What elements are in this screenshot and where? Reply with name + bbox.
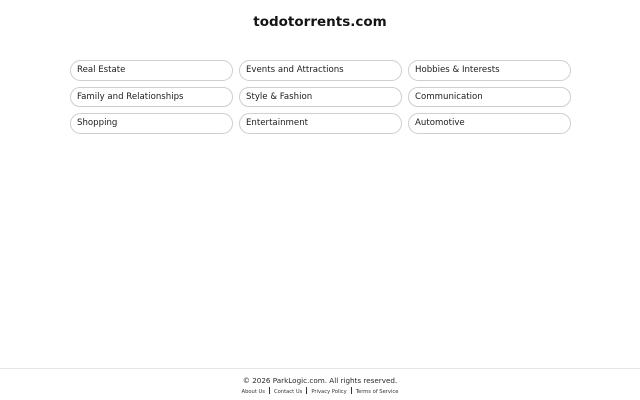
footer-separator [269,387,271,394]
privacy-policy-link[interactable]: Privacy Policy [311,389,346,395]
copyright-text: © 2026 ParkLogic.com. All rights reserve… [242,376,398,385]
category-link-real-estate[interactable]: Real Estate [70,60,233,81]
category-link-hobbies-and-interests[interactable]: Hobbies & Interests [408,60,571,81]
category-link-automotive[interactable]: Automotive [408,113,571,134]
category-link-shopping[interactable]: Shopping [70,113,233,134]
about-us-link[interactable]: About Us [242,389,266,395]
category-link-entertainment[interactable]: Entertainment [239,113,402,134]
footer-separator [350,387,352,394]
category-link-family-and-relationships[interactable]: Family and Relationships [70,86,233,107]
footer: © 2026 ParkLogic.com. All rights reserve… [0,368,640,400]
footer-links: About Us Contact Us Privacy Policy Terms of… [0,387,640,396]
parked-domain-page: todotorrents.com Real Estate Events and … [0,0,640,400]
site-title: todotorrents.com [253,14,387,30]
category-link-style-and-fashion[interactable]: Style & Fashion [239,86,402,107]
category-link-events-and-attractions[interactable]: Events and Attractions [239,60,402,81]
terms-of-service-link[interactable]: Terms of Service [356,389,399,395]
contact-us-link[interactable]: Contact Us [274,389,302,395]
footer-separator [306,387,308,394]
category-link-communication[interactable]: Communication [408,86,571,107]
category-grid: Real Estate Events and Attractions Hobbi… [70,60,571,134]
